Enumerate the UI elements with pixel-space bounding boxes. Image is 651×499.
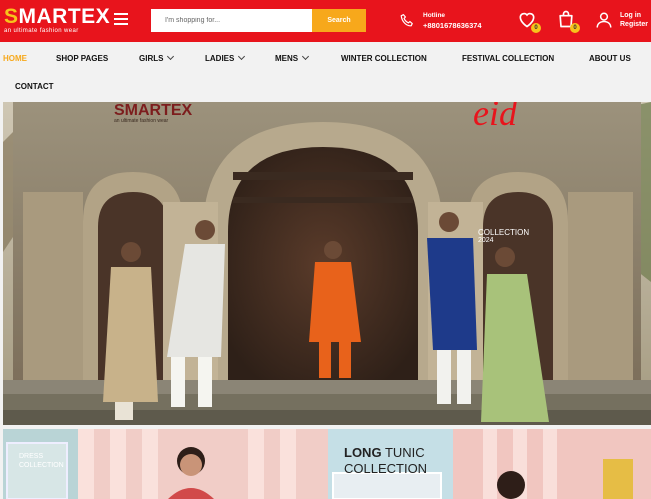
nav-home[interactable]: HOME <box>3 54 27 63</box>
chevron-down-icon <box>302 52 310 61</box>
promo-tunic-subtitle: COLLECTION <box>344 461 428 476</box>
nav-ladies[interactable]: LADIES <box>205 52 246 63</box>
brand-tagline: an ultimate fashion wear <box>4 28 79 34</box>
wishlist-count: 0 <box>531 23 541 33</box>
cart-count: 0 <box>570 23 580 33</box>
nav-label: FESTIVAL COLLECTION <box>462 54 555 63</box>
nav-label: SHOP PAGES <box>56 54 109 63</box>
promo-tunic-title[interactable]: LONG TUNIC <box>344 445 425 460</box>
nav-label: LADIES <box>205 54 235 63</box>
wishlist-button[interactable]: 0 <box>517 9 541 33</box>
menu-icon[interactable] <box>114 13 128 25</box>
model-1 <box>103 242 158 420</box>
promo-long-word: LONG <box>344 445 382 460</box>
main-navigation: HOME SHOP PAGES GIRLS LADIES MENS WINTER… <box>0 42 651 100</box>
search-bar: Search <box>151 9 366 32</box>
brand-logo[interactable]: SMARTEX an ultimate fashion wear <box>4 5 111 38</box>
promo-left-line2: COLLECTION <box>19 462 64 469</box>
chevron-down-icon <box>238 52 246 61</box>
promo-tunic-word: TUNIC <box>384 445 425 460</box>
hotline-number: +8801678636374 <box>423 21 482 30</box>
top-header: SMARTEX an ultimate fashion wear Search … <box>0 0 651 42</box>
nav-label: GIRLS <box>139 54 164 63</box>
nav-label: MENS <box>275 54 299 63</box>
account-links[interactable]: Log in Register <box>595 9 651 33</box>
promo-tiles: DRESS COLLECTION LONG TUNIC COLLECTION <box>3 429 651 499</box>
hero-brand-tagline: an ultimate fashion wear <box>114 118 169 124</box>
chevron-down-icon <box>167 52 175 61</box>
hero-collection-year: 2024 <box>478 237 494 244</box>
hotline-label: Hotline <box>423 12 446 19</box>
register-link[interactable]: Register <box>620 21 648 28</box>
nav-festival-collection[interactable]: FESTIVAL COLLECTION <box>462 54 554 63</box>
hero-photo <box>3 102 651 425</box>
nav-girls[interactable]: GIRLS <box>139 52 175 63</box>
nav-about-us[interactable]: ABOUT US <box>589 54 631 63</box>
search-input[interactable] <box>151 9 312 32</box>
promo-images <box>3 429 651 499</box>
search-button[interactable]: Search <box>312 9 366 32</box>
phone-icon <box>400 14 413 27</box>
nav-label: WINTER COLLECTION <box>341 54 427 63</box>
nav-winter-collection[interactable]: WINTER COLLECTION <box>341 54 427 63</box>
hero-banner[interactable]: SMARTEX an ultimate fashion wear eid COL… <box>3 102 651 425</box>
nav-label: ABOUT US <box>589 54 631 63</box>
nav-mens[interactable]: MENS <box>275 52 310 63</box>
login-link[interactable]: Log in <box>620 12 641 19</box>
nav-label: HOME <box>3 54 27 63</box>
hero-eid-title: eid <box>473 102 517 133</box>
promo-left-line1: DRESS <box>19 453 44 460</box>
hotline[interactable]: Hotline +8801678636374 <box>399 10 501 32</box>
nav-label: CONTACT <box>15 82 54 91</box>
nav-shop-pages[interactable]: SHOP PAGES <box>56 54 108 63</box>
cart-button[interactable]: 0 <box>556 9 580 33</box>
nav-contact[interactable]: CONTACT <box>15 82 54 91</box>
hero-collection-label: COLLECTION <box>478 228 530 237</box>
user-icon <box>596 12 612 28</box>
brand-name: SMARTEX <box>4 5 111 28</box>
